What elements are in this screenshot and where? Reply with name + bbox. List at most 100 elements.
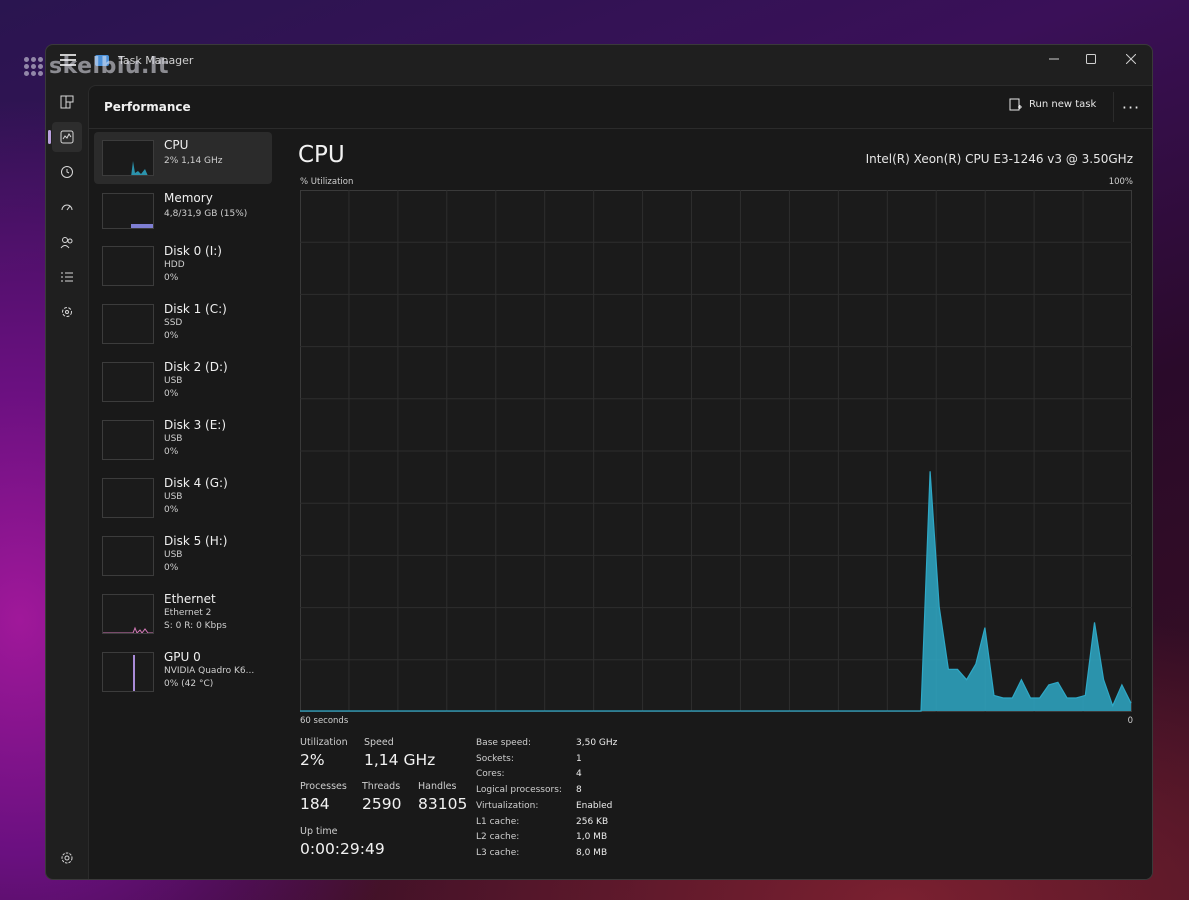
sidebar-item-name: Disk 0 (I:): [164, 244, 222, 258]
gpu-thumbnail-graph: [102, 652, 154, 692]
sidebar-item-disk-1[interactable]: Disk 1 (C:) SSD 0%: [94, 296, 272, 348]
nav-processes[interactable]: [52, 87, 82, 117]
disk-thumbnail-graph: [102, 420, 154, 460]
time-window-label: 60 seconds: [300, 716, 349, 726]
sidebar-item-ethernet[interactable]: Ethernet Ethernet 2 S: 0 R: 0 Kbps: [94, 586, 272, 638]
sidebar-item-name: Disk 4 (G:): [164, 476, 228, 490]
sidebar-item-name: Disk 3 (E:): [164, 418, 227, 432]
cpu-thumbnail-graph: [102, 140, 154, 176]
handles-value: 83105: [418, 795, 468, 813]
disk-thumbnail-graph: [102, 362, 154, 402]
sidebar-item-usage: 0%: [164, 331, 179, 341]
sidebar-item-disk-3[interactable]: Disk 3 (E:) USB 0%: [94, 412, 272, 464]
disk-thumbnail-graph: [102, 478, 154, 518]
detail-key: Sockets:: [476, 754, 514, 764]
memory-mini-chart: [131, 224, 153, 228]
uptime-value: 0:00:29:49: [300, 840, 385, 858]
detail-value: 1,0 MB: [576, 832, 608, 842]
sidebar-item-disk-0[interactable]: Disk 0 (I:) HDD 0%: [94, 238, 272, 290]
sidebar-item-type: USB: [164, 492, 183, 502]
gpu-mini-chart: [133, 655, 135, 691]
handles-label: Handles: [418, 781, 457, 792]
run-new-task-button[interactable]: Run new task: [1009, 98, 1096, 111]
detail-key: Cores:: [476, 769, 505, 779]
threads-value: 2590: [362, 795, 402, 813]
memory-thumbnail-graph: [102, 193, 154, 229]
nav-settings[interactable]: [52, 843, 82, 873]
run-task-icon: [1009, 98, 1022, 111]
sidebar-item-disk-2[interactable]: Disk 2 (D:) USB 0%: [94, 354, 272, 406]
sidebar-item-type: USB: [164, 550, 183, 560]
detail-value: 1: [576, 754, 582, 764]
sidebar-item-usage: 0%: [164, 273, 179, 283]
maximize-button[interactable]: [1071, 45, 1111, 73]
cpu-mini-chart: [131, 161, 148, 175]
detail-key: Base speed:: [476, 738, 531, 748]
nav-services[interactable]: [52, 297, 82, 327]
sidebar-item-adapter: Ethernet 2: [164, 608, 212, 618]
cpu-model-name: Intel(R) Xeon(R) CPU E3-1246 v3 @ 3.50GH…: [865, 152, 1133, 166]
details-list-icon: [61, 272, 73, 282]
sidebar-item-disk-5[interactable]: Disk 5 (H:) USB 0%: [94, 528, 272, 580]
watermark-logo-icon: [24, 57, 43, 76]
detail-value: 8: [576, 785, 582, 795]
sidebar-item-usage: 0%: [164, 389, 179, 399]
detail-key: L2 cache:: [476, 832, 520, 842]
sidebar-item-type: HDD: [164, 260, 185, 270]
performance-icon: [60, 130, 74, 144]
detail-value: 3,50 GHz: [576, 738, 618, 748]
sidebar-item-model: NVIDIA Quadro K6...: [164, 666, 255, 676]
sidebar-item-usage: 0%: [164, 563, 179, 573]
nav-startup-apps[interactable]: [52, 192, 82, 222]
disk-thumbnail-graph: [102, 536, 154, 576]
cpu-detail-panel: CPU Intel(R) Xeon(R) CPU E3-1246 v3 @ 3.…: [273, 128, 1152, 879]
close-button[interactable]: [1111, 45, 1151, 73]
cpu-utilization-graph: [300, 190, 1132, 712]
watermark-text: skelbiu.lt: [49, 54, 169, 79]
nav-details[interactable]: [52, 262, 82, 292]
navigation-rail: [46, 77, 88, 879]
task-manager-window: Task Manager Performance Run new task ··…: [45, 44, 1153, 880]
history-icon: [61, 166, 73, 178]
sidebar-item-name: GPU 0: [164, 650, 201, 664]
sidebar-item-name: Disk 1 (C:): [164, 302, 227, 316]
sidebar-item-cpu[interactable]: CPU 2% 1,14 GHz: [94, 132, 272, 184]
minimize-button[interactable]: [1034, 45, 1074, 73]
services-gear-icon: [62, 307, 72, 317]
sidebar-item-throughput: S: 0 R: 0 Kbps: [164, 621, 227, 631]
max-axis-label: 100%: [1108, 177, 1133, 187]
sidebar-item-name: Ethernet: [164, 592, 216, 606]
disk-thumbnail-graph: [102, 246, 154, 286]
startup-gauge-icon: [61, 204, 73, 211]
more-options-button[interactable]: ···: [1113, 92, 1148, 122]
page-title: Performance: [104, 100, 191, 114]
sidebar-item-usage: 0%: [164, 505, 179, 515]
detail-value: 8,0 MB: [576, 848, 608, 858]
run-new-task-label: Run new task: [1029, 99, 1097, 110]
sidebar-item-name: CPU: [164, 138, 189, 152]
ethernet-thumbnail-graph: [102, 594, 154, 634]
sidebar-item-memory[interactable]: Memory 4,8/31,9 GB (15%): [94, 185, 272, 237]
sidebar-item-disk-4[interactable]: Disk 4 (G:) USB 0%: [94, 470, 272, 522]
processes-label: Processes: [300, 781, 347, 792]
sidebar-item-name: Disk 5 (H:): [164, 534, 228, 548]
nav-performance[interactable]: [48, 122, 82, 152]
maximize-icon: [1086, 54, 1096, 64]
detail-key: Logical processors:: [476, 785, 562, 795]
minimize-icon: [1049, 58, 1059, 60]
utilization-axis-label: % Utilization: [300, 177, 354, 187]
sidebar-item-name: Disk 2 (D:): [164, 360, 228, 374]
watermark: skelbiu.lt: [24, 54, 169, 79]
sidebar-item-usage-temp: 0% (42 °C): [164, 679, 214, 689]
settings-gear-icon: [61, 852, 73, 864]
speed-value: 1,14 GHz: [364, 751, 436, 769]
uptime-label: Up time: [300, 826, 338, 837]
sidebar-item-name: Memory: [164, 191, 213, 205]
nav-users[interactable]: [52, 227, 82, 257]
sidebar-item-gpu-0[interactable]: GPU 0 NVIDIA Quadro K6... 0% (42 °C): [94, 644, 272, 696]
utilization-value: 2%: [300, 751, 325, 769]
speed-label: Speed: [364, 737, 394, 748]
sidebar-item-type: USB: [164, 434, 183, 444]
nav-app-history[interactable]: [52, 157, 82, 187]
detail-value: 256 KB: [576, 817, 609, 827]
